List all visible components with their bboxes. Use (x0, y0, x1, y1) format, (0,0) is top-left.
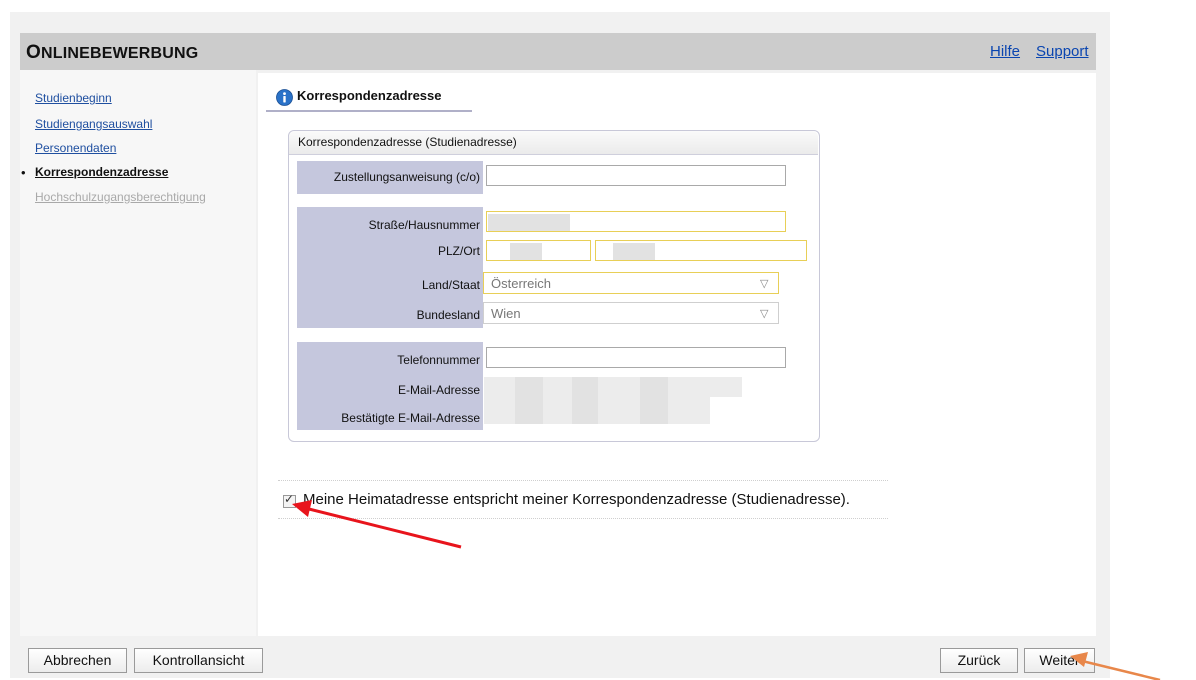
annotation-arrows (292, 500, 1161, 680)
orange-arrow-icon (1070, 652, 1161, 680)
red-arrow-icon (292, 500, 462, 549)
